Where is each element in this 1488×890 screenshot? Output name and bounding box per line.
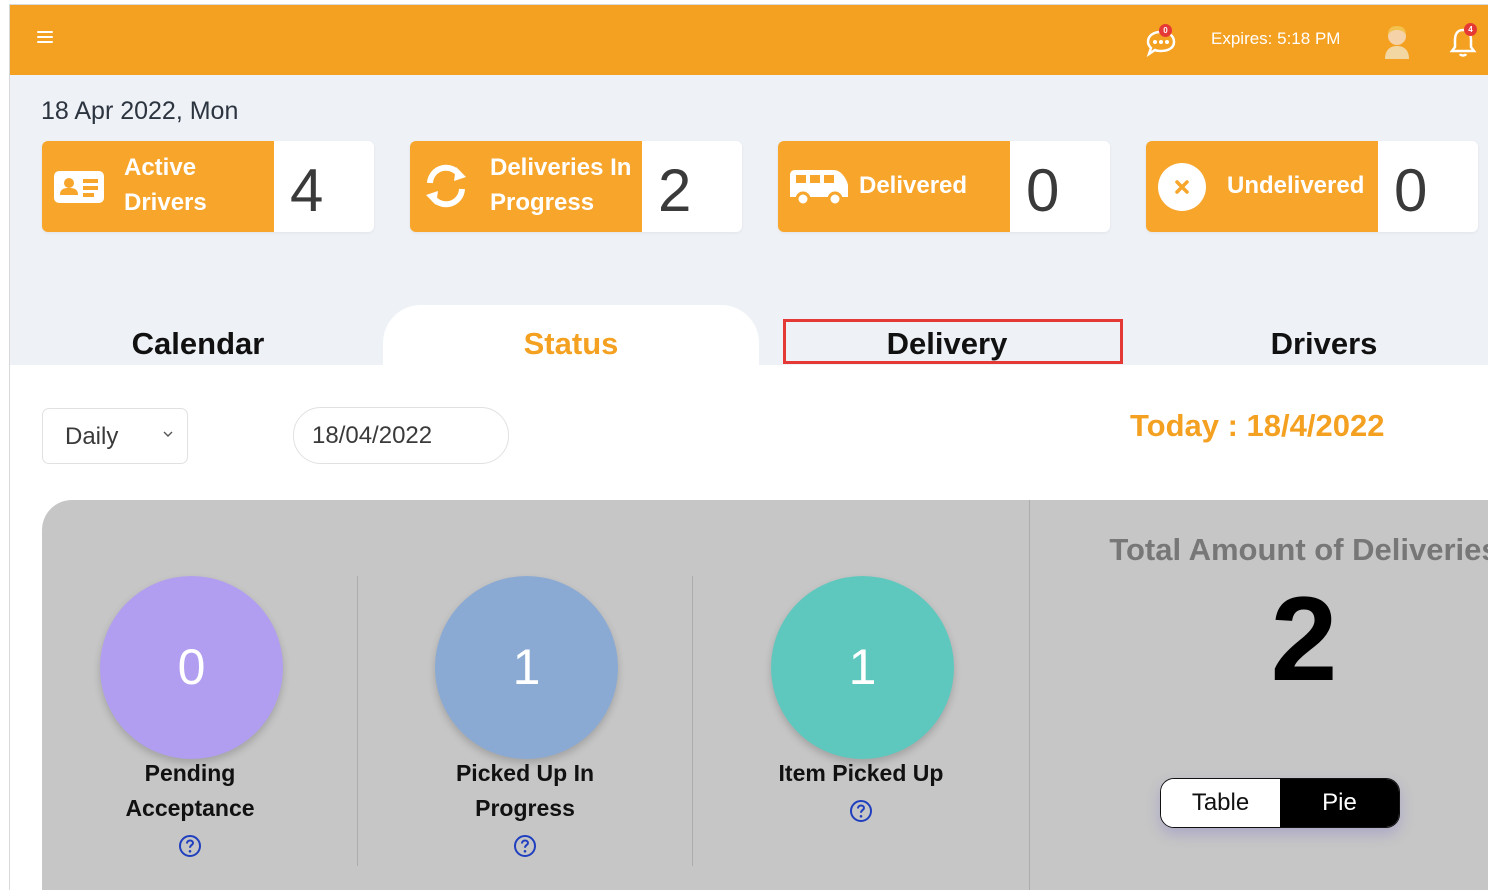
table-toggle-button[interactable]: Table — [1161, 779, 1280, 827]
pie-toggle-button[interactable]: Pie — [1280, 779, 1399, 827]
picked-up-in-progress-label: Picked Up In — [455, 760, 595, 786]
stat-label: Progress — [490, 189, 595, 216]
chat-icon[interactable]: 0 — [1144, 24, 1178, 58]
top-bar: 0 Expires: 5:18 PM 4 — [10, 5, 1488, 75]
app-frame: 0 Expires: 5:18 PM 4 18 Apr 2022, Mon Ac… — [9, 4, 1488, 890]
stat-undelivered: Undelivered 0 — [1146, 141, 1478, 232]
divider — [357, 576, 358, 866]
stat-label: Undelivered — [1227, 172, 1365, 199]
stat-deliveries-in-progress: Deliveries In Progress 2 — [410, 141, 742, 232]
menu-icon[interactable] — [37, 31, 53, 45]
expires-text: Expires: 5:18 PM — [1211, 29, 1341, 48]
today-label: Today : 18/4/2022 — [1130, 408, 1385, 443]
stat-label: Drivers — [124, 189, 207, 216]
item-picked-up-circle: 1 — [771, 576, 954, 759]
tab-delivery-highlight — [783, 319, 1123, 364]
x-circle-icon — [1156, 161, 1212, 211]
period-select-value: Daily — [65, 423, 119, 450]
chevron-down-icon — [163, 431, 173, 437]
total-title: Total Amount of Deliveries — [1109, 532, 1488, 567]
bell-badge: 4 — [1464, 23, 1477, 36]
help-icon[interactable] — [178, 834, 202, 858]
divider — [692, 576, 693, 866]
total-value: 2 — [1270, 572, 1338, 706]
stat-label: Active — [124, 154, 197, 181]
item-picked-up-label: Item Picked Up — [778, 760, 944, 786]
stat-delivered: Delivered 0 — [778, 141, 1110, 232]
bell-icon[interactable]: 4 — [1448, 23, 1478, 59]
current-date: 18 Apr 2022, Mon — [41, 97, 239, 125]
picked-up-in-progress-label: Progress — [475, 795, 575, 821]
id-card-icon — [52, 161, 108, 211]
stat-value: 0 — [1026, 157, 1060, 224]
van-icon — [788, 161, 848, 211]
refresh-icon — [420, 161, 476, 211]
view-toggle: Table Pie — [1160, 778, 1400, 828]
stat-active-drivers: Active Drivers 4 — [42, 141, 374, 232]
status-panel: 0 Pending Acceptance 1 Picked Up In Prog… — [42, 500, 1488, 890]
period-select[interactable]: Daily — [42, 408, 188, 464]
chat-badge: 0 — [1159, 24, 1172, 37]
picked-up-in-progress-circle: 1 — [435, 576, 618, 759]
stat-value: 0 — [1394, 157, 1428, 224]
stat-label: Delivered — [859, 172, 968, 199]
stat-value: 4 — [290, 157, 324, 224]
tab-status[interactable]: Status — [383, 305, 759, 365]
pending-acceptance-label: Pending — [144, 760, 236, 786]
help-icon[interactable] — [513, 834, 537, 858]
avatar[interactable] — [1382, 23, 1412, 59]
stat-label: Deliveries In — [490, 154, 632, 181]
divider — [1029, 500, 1030, 890]
pending-acceptance-circle: 0 — [100, 576, 283, 759]
tab-drivers[interactable]: Drivers — [1136, 305, 1488, 365]
help-icon[interactable] — [849, 799, 873, 823]
tab-calendar[interactable]: Calendar — [10, 305, 386, 365]
pending-acceptance-label: Acceptance — [125, 795, 255, 821]
date-input[interactable] — [293, 407, 509, 464]
stat-value: 2 — [658, 157, 692, 224]
